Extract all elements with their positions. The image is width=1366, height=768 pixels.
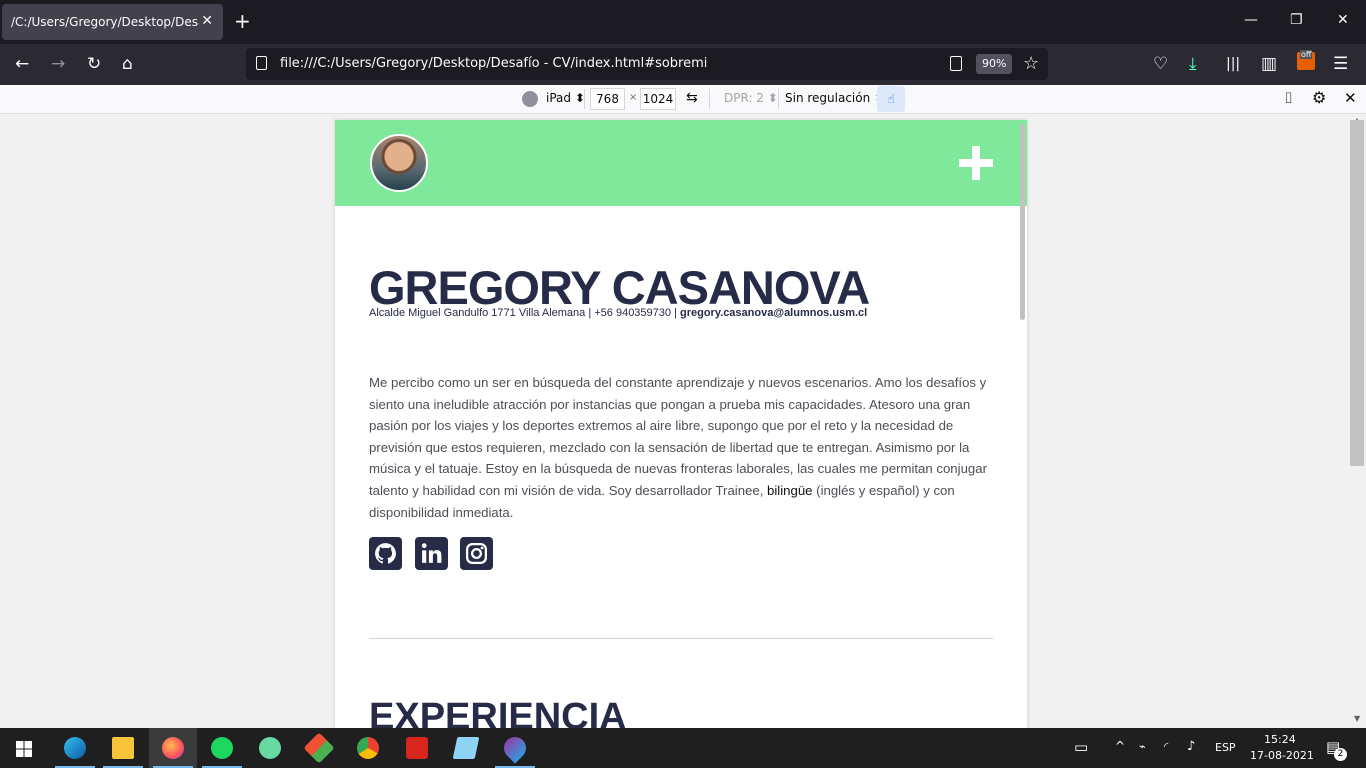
news-icon[interactable]: ▭: [1074, 738, 1088, 756]
taskbar-spotify[interactable]: [198, 728, 246, 768]
rotate-icon[interactable]: ⇆: [686, 90, 698, 106]
taskbar-edge[interactable]: [51, 728, 99, 768]
restore-button[interactable]: ❐: [1290, 12, 1303, 28]
spotify-icon: [211, 737, 233, 759]
dpr-select[interactable]: DPR: 2 ⬍: [724, 91, 778, 105]
atom-icon: [259, 737, 281, 759]
browser-title-bar: /C:/Users/Gregory/Desktop/Desafío ✕ + — …: [0, 0, 1366, 44]
clock-date[interactable]: 17-08-2021: [1250, 749, 1314, 762]
network-icon[interactable]: ⌁: [1139, 740, 1146, 753]
device-scrollbar[interactable]: [1020, 124, 1025, 320]
dpr-label: DPR: 2: [724, 91, 764, 105]
throttling-select[interactable]: Sin regulación ⬍: [785, 91, 884, 105]
screenshot-icon[interactable]: ⌷: [1284, 89, 1293, 107]
contact-email[interactable]: gregory.casanova@alumnos.usm.cl: [680, 307, 867, 319]
page-scrollbar[interactable]: ▲ ▼: [1349, 114, 1366, 728]
windows-logo-icon: [16, 741, 32, 757]
taskbar-chrome[interactable]: [344, 728, 392, 768]
throttling-label: Sin regulación: [785, 91, 871, 105]
separator: [584, 89, 585, 109]
firefox-icon: [162, 737, 184, 759]
language-indicator[interactable]: ESP: [1215, 741, 1236, 754]
device-frame: GREGORY CASANOVA Alcalde Miguel Gandulfo…: [335, 120, 1027, 734]
responsive-viewport: GREGORY CASANOVA Alcalde Miguel Gandulfo…: [0, 114, 1366, 734]
device-label: iPad: [546, 91, 572, 105]
menu-icon[interactable]: ☰: [1333, 54, 1348, 74]
taskbar-explorer[interactable]: [99, 728, 147, 768]
device-select[interactable]: iPad ⬍: [546, 91, 585, 105]
download-icon[interactable]: ⤓: [1189, 54, 1197, 74]
github-icon: [375, 543, 396, 564]
clock-time[interactable]: 15:24: [1264, 733, 1296, 746]
width-input[interactable]: 768: [590, 88, 625, 110]
scroll-down-icon[interactable]: ▼: [1354, 714, 1360, 723]
taskbar-notepad[interactable]: [442, 728, 490, 768]
zoom-level[interactable]: 90%: [976, 54, 1013, 74]
taskbar-paint[interactable]: [491, 728, 539, 768]
tab-close-icon[interactable]: ✕: [201, 13, 213, 29]
minimize-button[interactable]: —: [1244, 12, 1258, 28]
url-bar[interactable]: file:///C:/Users/Gregory/Desktop/Desafío…: [246, 48, 1048, 80]
section-divider: [369, 638, 993, 639]
volume-icon[interactable]: ♪: [1187, 739, 1195, 754]
separator: [709, 89, 710, 109]
taskbar-acrobat[interactable]: [393, 728, 441, 768]
bio-text: Me percibo como un ser en búsqueda del c…: [369, 375, 987, 498]
about-paragraph: Me percibo como un ser en búsqueda del c…: [369, 372, 994, 523]
profile-avatar: [370, 134, 428, 192]
close-rdm-icon[interactable]: ✕: [1344, 89, 1357, 107]
notepad-icon: [452, 737, 480, 759]
notification-count: 2: [1334, 748, 1347, 761]
tab-title: /C:/Users/Gregory/Desktop/Desafío: [11, 15, 199, 29]
bio-bilingual: bilingüe: [767, 482, 813, 498]
responsive-toolbar: iPad ⬍ 768 × 1024 ⇆ DPR: 2 ⬍ Sin regulac…: [0, 85, 1366, 114]
scroll-thumb[interactable]: [1350, 120, 1364, 466]
touch-simulation-icon[interactable]: ☝: [877, 86, 905, 112]
extension-badge: off: [1300, 50, 1313, 59]
taskbar-firefox[interactable]: [149, 728, 197, 768]
reload-icon[interactable]: ↻: [87, 54, 101, 74]
touch-disabled-icon[interactable]: [522, 91, 538, 107]
browser-tab[interactable]: /C:/Users/Gregory/Desktop/Desafío ✕: [2, 4, 223, 40]
home-icon[interactable]: ⌂: [122, 54, 133, 74]
acrobat-icon: [406, 737, 428, 759]
taskbar: ▭ ^ ⌁ ◜ ♪ ESP 15:24 17-08-2021 ▤ 2: [0, 728, 1366, 768]
instagram-link[interactable]: [460, 537, 493, 570]
contact-address: Alcalde Miguel Gandulfo 1771 Villa Alema…: [369, 307, 680, 319]
contact-line: Alcalde Miguel Gandulfo 1771 Villa Alema…: [369, 307, 867, 319]
instagram-icon: [465, 542, 488, 565]
taskbar-git[interactable]: [295, 728, 343, 768]
folder-icon: [112, 737, 134, 759]
pocket-icon[interactable]: ♡: [1153, 54, 1168, 74]
sidebar-icon[interactable]: ▥: [1261, 54, 1277, 74]
github-link[interactable]: [369, 537, 402, 570]
url-text[interactable]: file:///C:/Users/Gregory/Desktop/Desafío…: [280, 56, 707, 71]
linkedin-icon: [421, 543, 442, 563]
paint-drop-icon: [499, 732, 531, 764]
back-icon[interactable]: ←: [15, 54, 29, 74]
tray-chevron-icon[interactable]: ^: [1115, 739, 1125, 753]
new-tab-button[interactable]: +: [234, 10, 251, 32]
windows-start-button[interactable]: [0, 728, 48, 768]
page-header: [335, 120, 1027, 206]
linkedin-link[interactable]: [415, 537, 448, 570]
bookmark-star-icon[interactable]: ☆: [1023, 53, 1039, 74]
forward-icon[interactable]: →: [51, 54, 65, 74]
dimension-times: ×: [629, 92, 638, 103]
settings-gear-icon[interactable]: ⚙: [1312, 88, 1326, 107]
browser-nav-bar: ← → ↻ ⌂ file:///C:/Users/Gregory/Desktop…: [0, 44, 1366, 85]
library-icon[interactable]: |||: [1226, 54, 1240, 74]
reader-view-icon[interactable]: [950, 56, 962, 71]
taskbar-atom[interactable]: [246, 728, 294, 768]
git-icon: [303, 732, 335, 764]
close-window-button[interactable]: ✕: [1337, 12, 1349, 28]
edge-icon: [64, 737, 86, 759]
page-icon: [256, 56, 267, 70]
menu-plus-icon[interactable]: [959, 146, 993, 180]
chrome-icon: [357, 737, 379, 759]
separator: [778, 89, 779, 109]
wifi-icon[interactable]: ◜: [1164, 740, 1168, 753]
height-input[interactable]: 1024: [640, 88, 676, 110]
